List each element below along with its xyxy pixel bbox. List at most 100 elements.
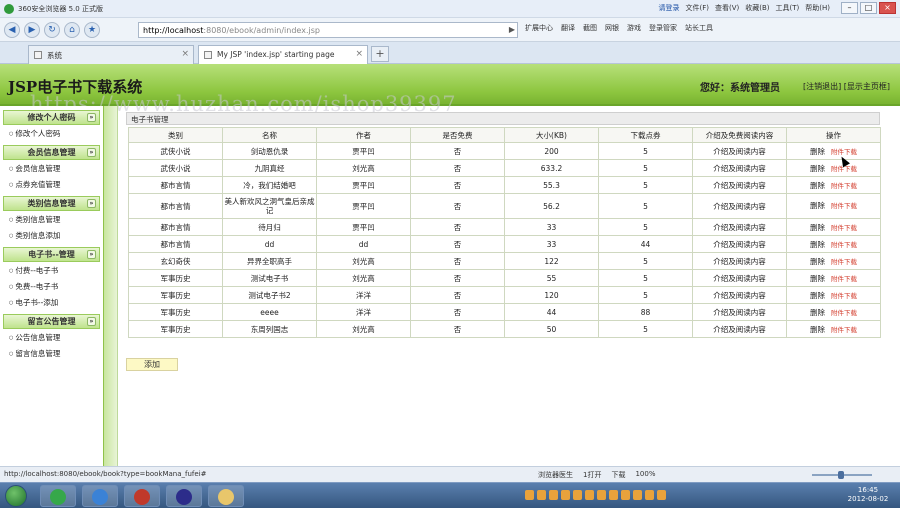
sidebar-item-coupon-recharge[interactable]: 点券充值管理 [3,176,100,192]
open-count[interactable]: 1打开 [583,470,601,480]
table-cell[interactable]: 介绍及阅读内容 [692,142,787,160]
address-bar[interactable]: http://localhost:8080/ebook/admin/index.… [138,22,518,38]
download-attachment-link[interactable]: 附件下载 [831,182,857,190]
sidebar-item-add-ebook[interactable]: 电子书--添加 [3,294,100,310]
close-tab-icon[interactable]: × [355,49,363,59]
menu-file[interactable]: 文件(F) [685,3,709,13]
table-row: 武侠小说 九阴真经 刘光高否 633.2 5 介绍及阅读内容 删除 附件下载 [128,159,881,177]
sidebar-item-member-info[interactable]: 会员信息管理 [3,160,100,176]
toolbar-extension-center[interactable]: 扩展中心 [525,23,553,33]
sidebar-group-header[interactable]: 会员信息管理» [3,145,100,160]
table-cell: 5 [598,252,693,270]
taskbar-ie[interactable] [82,485,118,507]
table-cell[interactable]: 介绍及阅读内容 [692,235,787,253]
toolbar-screenshot[interactable]: 截图 [583,23,597,33]
refresh-icon[interactable]: ↻ [44,21,60,38]
sidebar-group-header[interactable]: 电子书--管理» [3,247,100,262]
collapse-icon[interactable]: » [87,250,96,259]
table-cell[interactable]: 介绍及阅读内容 [692,252,787,270]
table-cell[interactable]: 介绍及阅读内容 [692,269,787,287]
delete-link[interactable]: 删除 [810,181,825,190]
toolbar-login-manager[interactable]: 登录管家 [649,23,677,33]
start-button[interactable] [5,485,27,507]
sidebar-item-category-manage[interactable]: 类别信息管理 [3,211,100,227]
sidebar-group-header[interactable]: 修改个人密码» [3,110,100,125]
sidebar-item-messages[interactable]: 留言信息管理 [3,345,100,361]
delete-link[interactable]: 删除 [810,257,825,266]
login-link[interactable]: 请登录 [658,3,679,13]
table-cell[interactable]: 介绍及阅读内容 [692,218,787,236]
table-cell[interactable]: 介绍及阅读内容 [692,159,787,177]
menu-favorites[interactable]: 收藏(B) [745,3,769,13]
new-tab-button[interactable]: + [371,46,389,62]
collapse-icon[interactable]: » [87,113,96,122]
close-tab-icon[interactable]: × [181,49,189,59]
taskbar-explorer[interactable] [208,485,244,507]
table-cell[interactable]: 介绍及阅读内容 [692,193,787,219]
favorite-star-icon[interactable]: ★ [84,21,100,38]
taskbar-app[interactable] [124,485,160,507]
forward-arrow-icon[interactable]: ▶ [24,21,40,38]
menu-help[interactable]: 帮助(H) [805,3,830,13]
table-cell[interactable]: 介绍及阅读内容 [692,176,787,194]
download-attachment-link[interactable]: 附件下载 [831,275,857,283]
menu-tools[interactable]: 工具(T) [776,3,800,13]
sidebar-group-header[interactable]: 类别信息管理» [3,196,100,211]
sidebar-splitter[interactable] [104,106,118,466]
add-button[interactable]: 添加 [126,358,178,371]
download-attachment-link[interactable]: 附件下载 [831,224,857,232]
sidebar-group-header[interactable]: 留言公告管理» [3,314,100,329]
toolbar-translate[interactable]: 翻译 [561,23,575,33]
download-button[interactable]: 下载 [611,470,625,480]
tab-system[interactable]: 系统 × [28,45,194,64]
delete-link[interactable]: 删除 [810,201,825,210]
table-cell[interactable]: 介绍及阅读内容 [692,286,787,304]
home-icon[interactable]: ⌂ [64,21,80,38]
collapse-icon[interactable]: » [87,148,96,157]
delete-link[interactable]: 删除 [810,223,825,232]
collapse-icon[interactable]: » [87,199,96,208]
back-arrow-icon[interactable]: ◀ [4,21,20,38]
taskbar-eclipse[interactable] [166,485,202,507]
browser-icon [50,489,66,505]
sidebar-item-notices[interactable]: 公告信息管理 [3,329,100,345]
tab-index-page[interactable]: My JSP 'index.jsp' starting page × [198,45,368,64]
zoom-slider-knob[interactable] [838,471,844,479]
table-cell: 否 [410,193,505,219]
toolbar-games[interactable]: 游戏 [627,23,641,33]
sidebar-item-free-ebooks[interactable]: 免费--电子书 [3,278,100,294]
download-attachment-link[interactable]: 附件下载 [831,241,857,249]
close-window-button[interactable]: × [879,2,896,14]
logout-link[interactable]: [注销退出] [803,82,841,91]
zoom-level[interactable]: 100% [635,470,655,480]
toolbar-bank[interactable]: 网银 [605,23,619,33]
delete-link[interactable]: 删除 [810,240,825,249]
delete-link[interactable]: 删除 [810,274,825,283]
download-attachment-link[interactable]: 附件下载 [831,292,857,300]
system-clock[interactable]: 16:45 2012-08-02 [840,486,896,504]
taskbar-360-browser[interactable] [40,485,76,507]
delete-link[interactable]: 删除 [810,291,825,300]
address-go-icon[interactable]: ▶ [509,25,515,34]
download-attachment-link[interactable]: 附件下载 [831,309,857,317]
download-attachment-link[interactable]: 附件下载 [831,202,857,210]
delete-link[interactable]: 删除 [810,308,825,317]
collapse-icon[interactable]: » [87,317,96,326]
menu-view[interactable]: 查看(V) [715,3,739,13]
maximize-button[interactable]: □ [860,2,877,14]
download-attachment-link[interactable]: 附件下载 [831,326,857,334]
sidebar-item-paid-ebooks[interactable]: 付费--电子书 [3,262,100,278]
download-attachment-link[interactable]: 附件下载 [831,258,857,266]
sidebar-item-change-password[interactable]: 修改个人密码 [3,125,100,141]
zoom-slider[interactable] [812,471,872,479]
sidebar-item-category-add[interactable]: 类别信息添加 [3,227,100,243]
delete-link[interactable]: 删除 [810,147,825,156]
minimize-button[interactable]: – [841,2,858,14]
toolbar-webmaster-tools[interactable]: 站长工具 [685,23,713,33]
table-cell[interactable]: 介绍及阅读内容 [692,320,787,338]
show-home-link[interactable]: [显示主页框] [844,82,890,91]
delete-link[interactable]: 删除 [810,325,825,334]
delete-link[interactable]: 删除 [810,164,825,173]
browser-doctor-button[interactable]: 浏览器医生 [538,470,573,480]
table-cell[interactable]: 介绍及阅读内容 [692,303,787,321]
